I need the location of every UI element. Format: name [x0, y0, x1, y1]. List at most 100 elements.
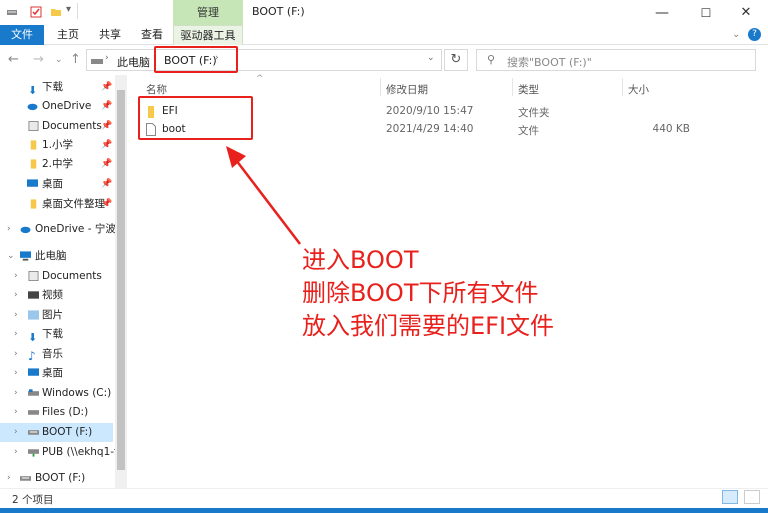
file-modified: 2021/4/29 14:40	[386, 123, 474, 135]
expand-chevron-icon[interactable]: ›	[14, 443, 18, 462]
tab-share[interactable]: 共享	[90, 25, 130, 45]
refresh-button[interactable]: ↻	[444, 49, 468, 71]
nav-item-label: BOOT (F:)	[42, 426, 93, 438]
nav-item-onedrive-quick[interactable]: OneDrive 📌	[0, 97, 113, 116]
desktop-icon	[28, 368, 39, 376]
breadcrumb-this-pc[interactable]: 此电脑	[117, 54, 150, 70]
pin-icon[interactable]: 📌	[101, 175, 112, 194]
nav-item-label: OneDrive - 宁波鄞	[35, 223, 115, 235]
pin-icon[interactable]: 📌	[101, 155, 112, 174]
tab-home[interactable]: 主页	[48, 25, 88, 45]
nav-item-documents-quick[interactable]: Documents 📌	[0, 117, 113, 136]
folder-icon	[30, 199, 37, 209]
desktop-icon	[27, 179, 38, 187]
nav-item-drive-c[interactable]: › Windows (C:)	[0, 384, 113, 403]
taskbar-edge	[0, 508, 768, 513]
nav-item-boot-root[interactable]: › BOOT (F:)	[0, 469, 113, 488]
pin-icon[interactable]: 📌	[101, 136, 112, 155]
nav-item-desktop-organize[interactable]: 桌面文件整理 📌	[0, 195, 113, 214]
column-header-size[interactable]: 大小	[628, 82, 649, 97]
expand-chevron-icon[interactable]: ›	[14, 403, 18, 422]
search-placeholder: 搜索"BOOT (F:)"	[507, 56, 592, 69]
column-divider[interactable]	[512, 78, 513, 96]
nav-item-drive-d[interactable]: › Files (D:)	[0, 403, 113, 422]
manage-context-tab[interactable]: 管理	[173, 0, 243, 25]
nav-item-network-pub[interactable]: › PUB (\\ekhq1-f	[0, 443, 115, 462]
cloud-icon	[27, 103, 38, 111]
navigation-pane: ⬇ 下载 📌 OneDrive 📌 Documents 📌 1.小学 📌 2.中…	[0, 75, 115, 488]
folder-icon	[30, 140, 37, 150]
nav-item-drive-f[interactable]: › BOOT (F:)	[0, 423, 113, 442]
ribbon-expand-icon[interactable]: ⌄	[732, 29, 740, 40]
expand-chevron-icon[interactable]: ›	[14, 267, 18, 286]
expand-chevron-icon[interactable]: ›	[14, 286, 18, 305]
tab-file[interactable]: 文件	[0, 25, 44, 45]
nav-item-folder-2[interactable]: 2.中学 📌	[0, 155, 113, 174]
expand-chevron-icon[interactable]: ›	[14, 384, 18, 403]
drive-icon	[28, 389, 39, 396]
nav-item-label: 下载	[42, 81, 63, 93]
tab-view[interactable]: 查看	[132, 25, 172, 45]
column-divider[interactable]	[622, 78, 623, 96]
up-arrow-icon[interactable]: ↑	[70, 52, 81, 67]
address-bar[interactable]: › 此电脑 › BOOT (F:) › ⌄	[86, 49, 442, 71]
drive-icon	[7, 10, 17, 15]
expand-chevron-icon[interactable]: ›	[14, 325, 18, 344]
maximize-button[interactable]: ☐	[684, 0, 728, 25]
close-button[interactable]: ✕	[724, 0, 768, 25]
forward-arrow-icon[interactable]: →	[33, 52, 44, 67]
nav-item-music[interactable]: › ♪ 音乐	[0, 345, 113, 364]
column-header-modified[interactable]: 修改日期	[386, 82, 428, 97]
column-header-name[interactable]: 名称	[146, 82, 167, 97]
nav-item-pc-documents[interactable]: › Documents	[0, 267, 113, 286]
nav-item-label: 桌面	[42, 367, 63, 379]
document-icon	[28, 121, 39, 131]
nav-item-desktop-quick[interactable]: 桌面 📌	[0, 175, 113, 194]
tab-drive-tools[interactable]: 驱动器工具	[173, 25, 243, 45]
nav-item-pictures[interactable]: › 图片	[0, 306, 113, 325]
nav-item-pc-desktop[interactable]: › 桌面	[0, 364, 113, 383]
pin-icon[interactable]: 📌	[101, 195, 112, 214]
pin-icon[interactable]: 📌	[101, 117, 112, 136]
item-count: 2 个项目	[12, 494, 54, 506]
pin-icon[interactable]: 📌	[101, 97, 112, 116]
minimize-button[interactable]: —	[640, 0, 684, 25]
nav-item-downloads[interactable]: ⬇ 下载 📌	[0, 78, 113, 97]
expand-chevron-icon[interactable]: ›	[14, 364, 18, 383]
nav-item-onedrive-org[interactable]: › OneDrive - 宁波鄞	[0, 220, 115, 239]
annotation-line: 进入BOOT	[302, 246, 419, 274]
nav-item-folder-1[interactable]: 1.小学 📌	[0, 136, 113, 155]
column-header-type[interactable]: 类型	[518, 82, 539, 97]
column-divider[interactable]	[380, 78, 381, 96]
nav-item-label: Files (D:)	[42, 406, 89, 418]
quick-access-dropdown-icon[interactable]: ▾	[66, 4, 71, 15]
usb-drive-icon	[28, 430, 39, 435]
folder-icon	[30, 159, 37, 169]
nav-item-this-pc[interactable]: ⌄ 此电脑	[0, 247, 113, 266]
expand-chevron-icon[interactable]: ›	[7, 220, 11, 239]
recent-locations-icon[interactable]: ⌄	[55, 55, 63, 65]
search-icon: ⚲	[487, 53, 496, 66]
properties-check-icon[interactable]	[30, 6, 42, 18]
expand-chevron-icon[interactable]: ›	[7, 469, 11, 488]
new-folder-icon[interactable]	[50, 6, 62, 18]
expand-chevron-icon[interactable]: ›	[14, 423, 18, 442]
address-dropdown-icon[interactable]: ⌄	[427, 53, 435, 63]
nav-item-pc-downloads[interactable]: › ⬇ 下载	[0, 325, 113, 344]
search-box[interactable]: ⚲ 搜索"BOOT (F:)"	[476, 49, 756, 71]
back-arrow-icon[interactable]: ←	[8, 52, 19, 67]
nav-item-label: 桌面	[42, 178, 63, 190]
collapse-chevron-icon[interactable]: ⌄	[7, 247, 15, 266]
usb-drive-icon	[20, 476, 31, 481]
expand-chevron-icon[interactable]: ›	[14, 345, 18, 364]
nav-item-label: Windows (C:)	[42, 387, 112, 399]
annotation-arrow-icon	[226, 146, 301, 245]
expand-chevron-icon[interactable]: ›	[14, 306, 18, 325]
nav-item-videos[interactable]: › 视频	[0, 286, 113, 305]
large-icons-view-icon[interactable]	[744, 490, 760, 504]
document-icon	[28, 271, 39, 281]
nav-scrollbar-thumb[interactable]	[117, 90, 125, 470]
help-icon[interactable]: ?	[748, 28, 761, 41]
details-view-icon[interactable]	[722, 490, 738, 504]
pin-icon[interactable]: 📌	[101, 78, 112, 97]
